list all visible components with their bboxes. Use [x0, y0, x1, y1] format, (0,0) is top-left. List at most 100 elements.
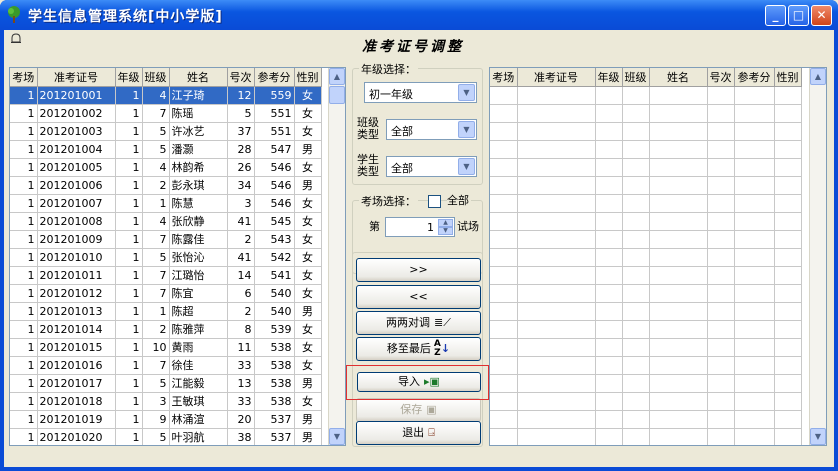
table-row[interactable]: 1 201201015 1 10 黄雨 11 538 女: [10, 338, 322, 357]
table-cell: 545: [254, 212, 295, 231]
table-row[interactable]: 1 201201016 1 7 徐佳 33 538 女: [10, 356, 322, 375]
empty-table-row[interactable]: [490, 338, 802, 357]
table-row[interactable]: 1 201201019 1 9 林涌渲 20 537 男: [10, 410, 322, 429]
left-column-header[interactable]: 性别: [294, 68, 322, 87]
empty-table-row[interactable]: [490, 176, 802, 195]
class-type-select[interactable]: 全部 ▼: [386, 119, 477, 140]
table-row[interactable]: 1 201201008 1 4 张欣静 41 545 女: [10, 212, 322, 231]
empty-table-row[interactable]: [490, 104, 802, 123]
left-column-header[interactable]: 考场: [10, 68, 38, 87]
move-left-button[interactable]: <<: [356, 285, 481, 309]
minimize-button[interactable]: _: [765, 5, 786, 26]
left-column-header[interactable]: 姓名: [169, 68, 228, 87]
table-row[interactable]: 1 201201006 1 2 彭永琪 34 546 男: [10, 176, 322, 195]
maximize-button[interactable]: □: [788, 5, 809, 26]
table-cell: 1: [115, 374, 143, 393]
stepper-down-icon[interactable]: ▼: [438, 227, 453, 235]
table-cell: 3: [142, 392, 170, 411]
right-column-header[interactable]: 参考分: [734, 68, 775, 87]
save-button[interactable]: 保存 ▣: [356, 398, 481, 422]
right-column-header[interactable]: 年级: [595, 68, 623, 87]
exit-button[interactable]: 退出 ⍈: [356, 421, 481, 445]
right-column-header[interactable]: 号次: [707, 68, 735, 87]
chevron-down-icon[interactable]: ▼: [458, 158, 475, 175]
table-row[interactable]: 1 201201012 1 7 陈宜 6 540 女: [10, 284, 322, 303]
chevron-down-icon[interactable]: ▼: [458, 84, 475, 101]
right-column-header[interactable]: 性别: [774, 68, 802, 87]
table-cell: [595, 104, 623, 123]
table-row[interactable]: 1 201201001 1 4 江子琦 12 559 女: [10, 86, 322, 105]
empty-table-row[interactable]: [490, 140, 802, 159]
chevron-down-icon[interactable]: ▼: [458, 121, 475, 138]
table-row[interactable]: 1 201201009 1 7 陈露佳 2 543 女: [10, 230, 322, 249]
table-cell: [622, 410, 650, 429]
table-row[interactable]: 1 201201010 1 5 张怡沁 41 542 女: [10, 248, 322, 267]
table-cell: [734, 338, 775, 357]
empty-table-row[interactable]: [490, 122, 802, 141]
close-button[interactable]: ✕: [811, 5, 832, 26]
student-type-select[interactable]: 全部 ▼: [386, 156, 477, 177]
empty-table-row[interactable]: [490, 86, 802, 105]
empty-table-row[interactable]: [490, 374, 802, 393]
empty-table-row[interactable]: [490, 392, 802, 411]
table-row[interactable]: 1 201201018 1 3 王敏琪 33 538 女: [10, 392, 322, 411]
empty-table-row[interactable]: [490, 212, 802, 231]
stepper-up-icon[interactable]: ▲: [438, 219, 453, 227]
grade-select[interactable]: 初一年级 ▼: [364, 82, 477, 103]
scroll-up-icon[interactable]: ▲: [810, 68, 826, 85]
move-last-button[interactable]: 移至最后 A Z↓: [356, 337, 481, 361]
right-column-header[interactable]: 姓名: [649, 68, 708, 87]
right-column-header[interactable]: 考场: [490, 68, 518, 87]
empty-table-row[interactable]: [490, 158, 802, 177]
student-grid-right[interactable]: 考场 准考证号 年级 班级 姓名 号次 参考分 性别 ▲ ▼: [489, 67, 827, 446]
empty-table-row[interactable]: [490, 410, 802, 429]
table-row[interactable]: 1 201201013 1 1 陈超 2 540 男: [10, 302, 322, 321]
left-column-header[interactable]: 参考分: [254, 68, 295, 87]
scroll-thumb[interactable]: [329, 86, 345, 104]
right-column-header[interactable]: 准考证号: [517, 68, 596, 87]
table-cell: 女: [294, 320, 322, 339]
all-rooms-checkbox[interactable]: [428, 195, 441, 208]
table-row[interactable]: 1 201201017 1 5 江能毅 13 538 男: [10, 374, 322, 393]
table-row[interactable]: 1 201201004 1 5 潘灏 28 547 男: [10, 140, 322, 159]
table-cell: 1: [115, 212, 143, 231]
table-row[interactable]: 1 201201011 1 7 江璐怡 14 541 女: [10, 266, 322, 285]
empty-table-row[interactable]: [490, 266, 802, 285]
table-row[interactable]: 1 201201002 1 7 陈瑶 5 551 女: [10, 104, 322, 123]
left-column-header[interactable]: 号次: [227, 68, 255, 87]
table-row[interactable]: 1 201201020 1 5 叶羽航 38 537 男: [10, 428, 322, 445]
move-right-button[interactable]: >>: [356, 258, 481, 282]
empty-table-row[interactable]: [490, 302, 802, 321]
table-cell: 538: [254, 356, 295, 375]
table-row[interactable]: 1 201201003 1 5 许冰艺 37 551 女: [10, 122, 322, 141]
left-column-header[interactable]: 年级: [115, 68, 143, 87]
title-bar[interactable]: 学生信息管理系统[中小学版] _ □ ✕: [0, 0, 838, 30]
swap-button[interactable]: 两两对调 ≣⟋: [356, 311, 481, 335]
room-number-stepper[interactable]: 1 ▲ ▼: [385, 217, 455, 237]
table-cell: [734, 428, 775, 445]
scroll-down-icon[interactable]: ▼: [329, 428, 345, 445]
empty-table-row[interactable]: [490, 194, 802, 213]
scroll-up-icon[interactable]: ▲: [329, 68, 345, 85]
table-row[interactable]: 1 201201005 1 4 林韵希 26 546 女: [10, 158, 322, 177]
table-cell: [517, 428, 596, 445]
empty-table-row[interactable]: [490, 356, 802, 375]
table-cell: 陈慧: [169, 194, 228, 213]
left-grid-scrollbar[interactable]: ▲ ▼: [328, 68, 345, 445]
table-cell: [517, 230, 596, 249]
student-grid-left[interactable]: 考场 准考证号 年级 班级 姓名 号次 参考分 性别 1 201201001 1 4 江子琦 12 559…: [9, 67, 346, 446]
empty-table-row[interactable]: [490, 284, 802, 303]
scroll-down-icon[interactable]: ▼: [810, 428, 826, 445]
left-column-header[interactable]: 班级: [142, 68, 170, 87]
empty-table-row[interactable]: [490, 320, 802, 339]
empty-table-row[interactable]: [490, 428, 802, 445]
empty-table-row[interactable]: [490, 248, 802, 267]
right-grid-scrollbar[interactable]: ▲ ▼: [809, 68, 826, 445]
left-column-header[interactable]: 准考证号: [37, 68, 116, 87]
right-column-header[interactable]: 班级: [622, 68, 650, 87]
table-row[interactable]: 1 201201014 1 2 陈雅萍 8 539 女: [10, 320, 322, 339]
empty-table-row[interactable]: [490, 230, 802, 249]
table-cell: [622, 266, 650, 285]
table-row[interactable]: 1 201201007 1 1 陈慧 3 546 女: [10, 194, 322, 213]
table-cell: 540: [254, 302, 295, 321]
